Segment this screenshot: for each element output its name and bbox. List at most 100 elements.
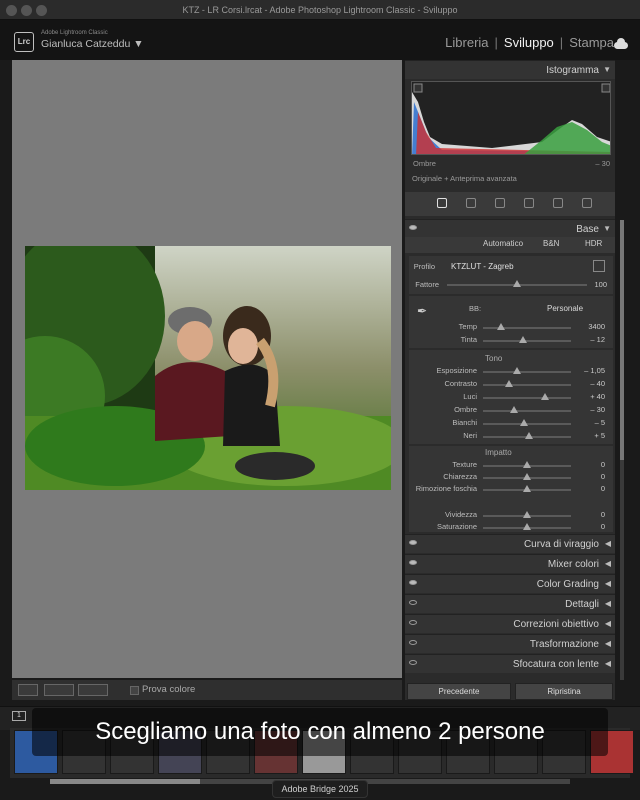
before-after-options-button[interactable] bbox=[78, 684, 108, 696]
amount-value[interactable]: 100 bbox=[577, 280, 607, 289]
presence-slider-value[interactable]: 0 bbox=[575, 460, 605, 469]
histogram-header[interactable]: Istogramma ▼ bbox=[405, 60, 615, 79]
histogram-value: – 30 bbox=[595, 159, 610, 168]
presence-slider-thumb[interactable] bbox=[523, 511, 531, 518]
reset-button[interactable]: Ripristina bbox=[515, 683, 613, 700]
presence-slider-thumb[interactable] bbox=[523, 523, 531, 530]
module-develop[interactable]: Sviluppo bbox=[504, 35, 554, 50]
wb-preset-dropdown[interactable]: Personale bbox=[547, 304, 583, 313]
presence-slider-value[interactable]: 0 bbox=[575, 522, 605, 531]
tone-slider-thumb[interactable] bbox=[505, 380, 514, 387]
module-print[interactable]: Stampa bbox=[569, 35, 614, 50]
profile-dropdown[interactable]: KTZLUT - Zagreb bbox=[451, 262, 514, 271]
expand-icon: ◀ bbox=[604, 639, 611, 648]
tone-slider-value[interactable]: + 5 bbox=[575, 431, 605, 440]
eyedropper-icon[interactable]: ✒ bbox=[417, 304, 427, 318]
wb-slider-track[interactable] bbox=[483, 340, 571, 342]
presence-slider-thumb[interactable] bbox=[523, 473, 531, 480]
eye-icon[interactable] bbox=[409, 620, 417, 625]
presets-icon[interactable] bbox=[582, 198, 592, 208]
filmstrip-page-button[interactable]: 1 bbox=[12, 711, 26, 721]
tone-slider-row: Esposizione – 1,05 bbox=[409, 366, 613, 378]
module-library[interactable]: Libreria bbox=[445, 35, 488, 50]
tone-slider-track[interactable] bbox=[483, 410, 571, 412]
heal-icon[interactable] bbox=[495, 198, 505, 208]
presence-slider-thumb[interactable] bbox=[523, 461, 531, 468]
presence-slider-thumb[interactable] bbox=[523, 485, 531, 492]
minimize-window-button[interactable] bbox=[21, 5, 32, 16]
panel-header-sfocatura-con-lente[interactable]: Sfocatura con lente ◀ bbox=[405, 654, 615, 673]
tone-slider-value[interactable]: + 40 bbox=[575, 392, 605, 401]
presence-slider-value[interactable]: 0 bbox=[575, 484, 605, 493]
wb-slider-thumb[interactable] bbox=[496, 323, 505, 330]
presence-slider-value[interactable]: 0 bbox=[575, 472, 605, 481]
eye-icon[interactable] bbox=[409, 660, 417, 665]
collapse-icon: ▼ bbox=[603, 65, 611, 74]
panel-header-mixer-colori[interactable]: Mixer colori ◀ bbox=[405, 554, 615, 573]
panel-header-color-grading[interactable]: Color Grading ◀ bbox=[405, 574, 615, 593]
zoom-window-button[interactable] bbox=[36, 5, 47, 16]
eye-icon[interactable] bbox=[409, 600, 417, 605]
tone-slider-track[interactable] bbox=[483, 397, 571, 399]
previous-button[interactable]: Precedente bbox=[407, 683, 511, 700]
tone-slider-thumb[interactable] bbox=[524, 432, 533, 439]
wb-slider-value[interactable]: – 12 bbox=[575, 335, 605, 344]
filmstrip-scroll-thumb[interactable] bbox=[50, 779, 200, 784]
basic-panel-header[interactable]: Base ▼ bbox=[405, 219, 615, 238]
panel-header-trasformazione[interactable]: Trasformazione ◀ bbox=[405, 634, 615, 653]
tone-slider-value[interactable]: – 40 bbox=[575, 379, 605, 388]
right-panel-scroll-thumb[interactable] bbox=[620, 220, 624, 460]
panel-header-correzioni-obiettivo[interactable]: Correzioni obiettivo ◀ bbox=[405, 614, 615, 633]
tone-slider-value[interactable]: – 1,05 bbox=[575, 366, 605, 375]
panel-header-curva-di-viraggio[interactable]: Curva di viraggio ◀ bbox=[405, 534, 615, 553]
wb-slider-value[interactable]: 3400 bbox=[575, 322, 605, 331]
eye-icon[interactable] bbox=[409, 540, 417, 545]
eye-icon[interactable] bbox=[409, 640, 417, 645]
user-menu[interactable]: Gianluca Catzeddu ▼ bbox=[41, 38, 144, 50]
crop-icon[interactable] bbox=[466, 198, 476, 208]
tone-slider-label: Bianchi bbox=[452, 418, 477, 427]
photo-viewer[interactable] bbox=[12, 60, 402, 678]
tone-slider-thumb[interactable] bbox=[513, 367, 522, 374]
eye-icon[interactable] bbox=[409, 560, 417, 565]
histogram-footer: Originale + Anteprima avanzata bbox=[412, 174, 517, 183]
treatment-row: Automatico B&N HDR bbox=[405, 237, 615, 253]
tone-slider-value[interactable]: – 5 bbox=[575, 418, 605, 427]
tone-slider-label: Luci bbox=[463, 392, 477, 401]
tone-slider-track[interactable] bbox=[483, 371, 571, 373]
tone-slider-row: Bianchi – 5 bbox=[409, 418, 613, 430]
module-separator: | bbox=[559, 35, 564, 50]
loupe-view-button[interactable] bbox=[18, 684, 38, 696]
dock-tooltip: Adobe Bridge 2025 bbox=[272, 780, 368, 798]
tone-slider-thumb[interactable] bbox=[520, 419, 529, 426]
masking-icon[interactable] bbox=[553, 198, 563, 208]
panel-title: Correzioni obiettivo bbox=[513, 619, 599, 630]
before-after-button[interactable] bbox=[44, 684, 74, 696]
panel-header-dettagli[interactable]: Dettagli ◀ bbox=[405, 594, 615, 613]
tone-slider-thumb[interactable] bbox=[540, 393, 549, 400]
eye-icon[interactable] bbox=[409, 225, 417, 230]
treatment-hdr-button[interactable]: HDR bbox=[585, 239, 602, 248]
soft-proof-checkbox[interactable] bbox=[130, 686, 139, 695]
tone-slider-thumb[interactable] bbox=[509, 406, 518, 413]
eye-icon[interactable] bbox=[409, 580, 417, 585]
basic-panel-title: Base bbox=[576, 224, 599, 235]
histogram-graph[interactable] bbox=[411, 81, 611, 155]
treatment-bw-button[interactable]: B&N bbox=[543, 239, 559, 248]
presence-slider-value[interactable]: 0 bbox=[575, 510, 605, 519]
tone-slider-label: Neri bbox=[463, 431, 477, 440]
wb-slider-thumb[interactable] bbox=[518, 336, 527, 343]
panel-title: Curva di viraggio bbox=[523, 539, 599, 550]
edit-sliders-icon[interactable] bbox=[437, 198, 447, 208]
cloud-icon[interactable] bbox=[614, 38, 628, 49]
close-window-button[interactable] bbox=[6, 5, 17, 16]
amount-slider-thumb[interactable] bbox=[513, 280, 521, 287]
presence-title: Impatto bbox=[485, 448, 512, 457]
profile-browser-icon[interactable] bbox=[593, 260, 605, 272]
tone-section: Tono Esposizione – 1,05 Contrasto – 40 Luci +… bbox=[409, 350, 613, 444]
redeye-icon[interactable] bbox=[524, 198, 534, 208]
tone-slider-track[interactable] bbox=[483, 384, 571, 386]
tone-slider-value[interactable]: – 30 bbox=[575, 405, 605, 414]
treatment-auto-button[interactable]: Automatico bbox=[483, 239, 523, 248]
module-picker: Libreria | Sviluppo | Stampa bbox=[445, 35, 614, 50]
